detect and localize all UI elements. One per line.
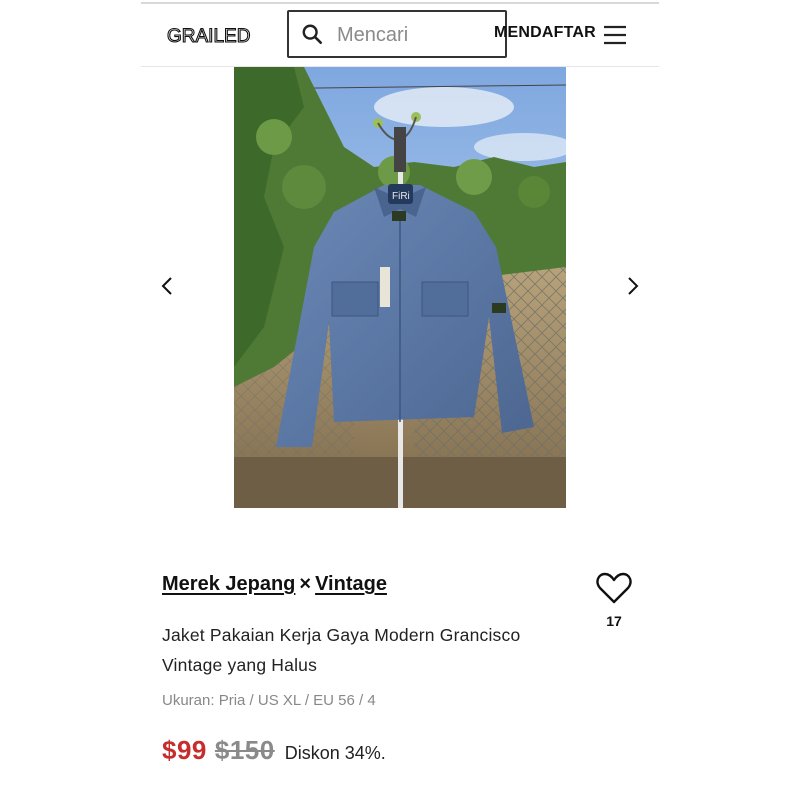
current-price: $99: [162, 735, 207, 765]
brand-link-merek-jepang[interactable]: Merek Jepang: [162, 573, 295, 595]
brand-separator: ×: [299, 573, 312, 595]
svg-text:FiRi: FiRi: [392, 191, 410, 202]
listing-title: Jaket Pakaian Kerja Gaya Modern Grancisc…: [162, 625, 521, 675]
favorites-count: 17: [606, 613, 622, 629]
search-input[interactable]: [335, 20, 499, 50]
product-photo[interactable]: FiRi: [234, 67, 566, 508]
original-price: $150: [214, 735, 275, 765]
svg-text:GRAILED: GRAILED: [167, 26, 250, 47]
price-row: $99 $150 Diskon 34%.: [162, 735, 386, 766]
site-header: GRAILED MENDAFTAR: [141, 4, 659, 67]
brand-link-vintage[interactable]: Vintage: [315, 573, 387, 595]
heart-icon[interactable]: [596, 571, 632, 605]
discount-label: Diskon 34%.: [284, 743, 386, 763]
chevron-left-icon[interactable]: [157, 275, 177, 297]
size-info: Ukuran: Pria / US XL / EU 56 / 4: [162, 692, 376, 709]
hamburger-menu-icon[interactable]: [603, 24, 627, 46]
search-box[interactable]: [287, 10, 507, 58]
signup-link[interactable]: MENDAFTAR: [494, 24, 596, 42]
brand-line: Merek Jepang × Vintage: [162, 573, 387, 596]
search-icon: [302, 24, 322, 44]
chevron-right-icon[interactable]: [623, 275, 643, 297]
grailed-logo[interactable]: GRAILED: [167, 22, 259, 48]
